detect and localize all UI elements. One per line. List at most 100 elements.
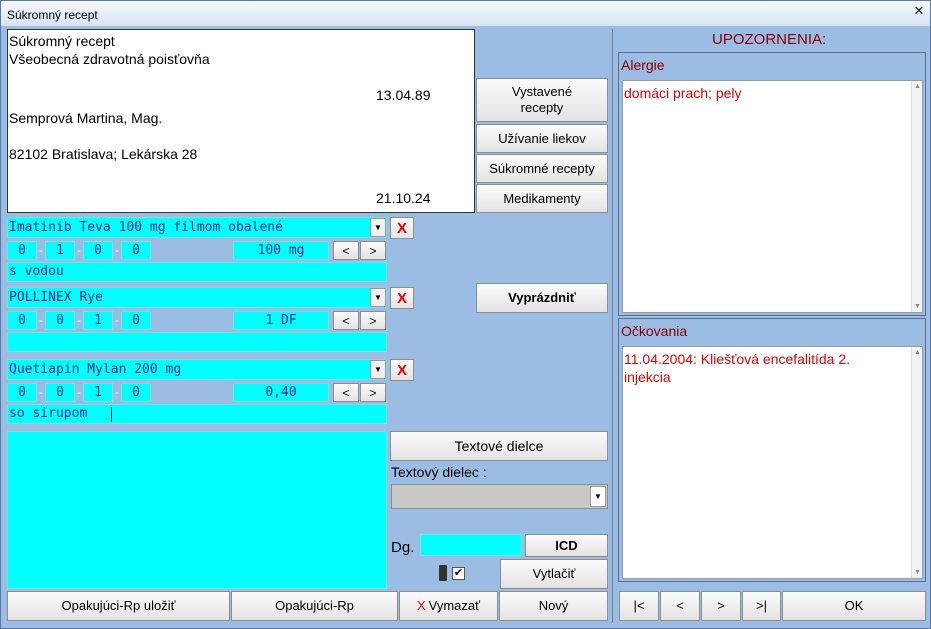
amount-field-2[interactable]: 1 DF: [233, 311, 329, 330]
chevron-down-icon[interactable]: ▼: [590, 486, 606, 507]
warnings-heading: UPOZORNENIA:: [712, 31, 827, 48]
dose-evening-3[interactable]: 1: [83, 383, 113, 402]
chevron-down-icon[interactable]: ▼: [370, 288, 386, 307]
dose-noon-3[interactable]: 0: [45, 383, 75, 402]
amount-field-3[interactable]: 0,40: [233, 383, 329, 402]
title-bar: Súkromný recept ✕: [1, 1, 930, 27]
dose-separator: -: [39, 244, 43, 257]
free-text-area[interactable]: [7, 431, 387, 589]
next-amount-2-button[interactable]: >: [360, 311, 386, 330]
dose-separator: -: [77, 244, 81, 257]
drug-note-1[interactable]: s vodou: [7, 262, 387, 282]
next-amount-3-button[interactable]: >: [360, 383, 386, 402]
dose-noon-1[interactable]: 1: [45, 241, 75, 260]
drug-note-3[interactable]: so sirupom: [7, 404, 387, 424]
dose-separator: -: [115, 244, 119, 257]
drug-name-3: Quetiapin Mylan 200 mg: [9, 362, 182, 377]
issued-prescriptions-button[interactable]: Vystavené recepty: [476, 78, 608, 122]
drug-note-2[interactable]: [7, 332, 387, 352]
vaccinations-label: Očkovania: [621, 323, 688, 339]
allergies-box: domáci prach; pely ▲ ▼: [622, 80, 923, 313]
text-cursor: [111, 407, 112, 422]
dose-separator: -: [77, 386, 81, 399]
patient-name: Semprová Martina, Mag.: [9, 110, 163, 126]
prev-amount-2-button[interactable]: <: [333, 311, 359, 330]
drug-select-3[interactable]: Quetiapin Mylan 200 mg ▼: [7, 359, 387, 380]
dose-evening-1[interactable]: 0: [83, 241, 113, 260]
delete-button[interactable]: X Vymazať: [399, 591, 498, 621]
drug-usage-button[interactable]: Užívanie liekov: [476, 124, 608, 153]
prescription-date: 21.10.24: [376, 190, 431, 206]
dose-night-2[interactable]: 0: [121, 311, 151, 330]
patient-address: 82102 Bratislava; Lekárska 28: [9, 146, 198, 162]
chevron-down-icon[interactable]: ▼: [370, 360, 386, 379]
close-icon[interactable]: ✕: [912, 4, 926, 18]
text-part-label: Textový dielec :: [391, 464, 487, 480]
drug-name-1: Imatinib Teva 100 mg filmom obalené: [9, 220, 283, 235]
allergies-scrollbar[interactable]: ▲ ▼: [911, 81, 922, 312]
next-amount-1-button[interactable]: >: [360, 241, 386, 260]
allergies-panel: Alergie domáci prach; pely ▲ ▼: [618, 52, 926, 316]
previous-record-button[interactable]: <: [660, 591, 700, 621]
text-parts-button[interactable]: Textové dielce: [390, 431, 608, 461]
dose-separator: -: [115, 314, 119, 327]
amount-field-1[interactable]: 100 mg: [233, 241, 329, 260]
insurance-name: Všeobecná zdravotná poisťovňa: [9, 51, 210, 67]
drug-note-1-text: s vodou: [9, 264, 64, 279]
scroll-up-icon[interactable]: ▲: [914, 349, 921, 356]
text-part-select[interactable]: ▼: [391, 484, 608, 509]
print-button[interactable]: Vytlačiť: [500, 559, 608, 589]
window-title: Súkromný recept: [7, 8, 98, 22]
save-repeat-button[interactable]: Opakujúci-Rp uložiť: [7, 591, 230, 621]
drug-select-2[interactable]: POLLINEX Rye ▼: [7, 287, 387, 308]
scroll-down-icon[interactable]: ▼: [914, 569, 921, 576]
prev-amount-3-button[interactable]: <: [333, 383, 359, 402]
dose-night-1[interactable]: 0: [121, 241, 151, 260]
dg-label: Dg.: [391, 539, 415, 556]
vertical-divider: [612, 29, 613, 623]
vaccinations-scrollbar[interactable]: ▲ ▼: [911, 347, 922, 578]
drug-name-2: POLLINEX Rye: [9, 290, 103, 305]
private-prescriptions-button[interactable]: Súkromné recepty: [476, 154, 608, 183]
main-window: Súkromný recept ✕ Súkromný recept Všeobe…: [0, 0, 931, 629]
dose-noon-2[interactable]: 0: [45, 311, 75, 330]
prescription-header-panel: Súkromný recept Všeobecná zdravotná pois…: [7, 29, 475, 213]
first-record-button[interactable]: |<: [619, 591, 659, 621]
icd-button[interactable]: ICD: [525, 534, 608, 557]
vaccinations-text: 11.04.2004: Kliešťová encefalitída 2. in…: [624, 351, 851, 385]
remove-drug-2-button[interactable]: X: [390, 287, 414, 309]
header-title: Súkromný recept: [9, 33, 115, 49]
vaccinations-panel: Očkovania 11.04.2004: Kliešťová encefali…: [618, 318, 926, 582]
clear-button[interactable]: Vyprázdniť: [476, 283, 608, 313]
dose-morning-2[interactable]: 0: [7, 311, 37, 330]
medications-button[interactable]: Medikamenty: [476, 184, 608, 213]
dose-separator: -: [115, 386, 119, 399]
repeat-button[interactable]: Opakujúci-Rp: [231, 591, 398, 621]
chevron-down-icon[interactable]: ▼: [370, 218, 386, 237]
delete-x-icon: X: [416, 598, 426, 613]
ok-button[interactable]: OK: [782, 591, 926, 621]
scroll-down-icon[interactable]: ▼: [914, 303, 921, 310]
remove-drug-3-button[interactable]: X: [390, 359, 414, 381]
vaccinations-box: 11.04.2004: Kliešťová encefalitída 2. in…: [622, 346, 923, 579]
dose-night-3[interactable]: 0: [121, 383, 151, 402]
new-button[interactable]: Nový: [499, 591, 608, 621]
drug-note-3-text: so sirupom: [9, 406, 88, 421]
prev-amount-1-button[interactable]: <: [333, 241, 359, 260]
last-record-button[interactable]: >|: [742, 591, 781, 621]
allergies-label: Alergie: [621, 57, 665, 73]
birth-date: 13.04.89: [376, 87, 431, 103]
remove-drug-1-button[interactable]: X: [390, 217, 414, 239]
dose-morning-3[interactable]: 0: [7, 383, 37, 402]
scroll-up-icon[interactable]: ▲: [914, 83, 921, 90]
checkbox-icon[interactable]: ✔: [452, 567, 465, 580]
diagnosis-field[interactable]: [420, 534, 522, 556]
delete-label: Vymazať: [428, 598, 481, 613]
dose-separator: -: [77, 314, 81, 327]
allergies-text: domáci prach; pely: [624, 85, 742, 101]
next-record-button[interactable]: >: [701, 591, 741, 621]
phone-icon: [439, 565, 447, 581]
drug-select-1[interactable]: Imatinib Teva 100 mg filmom obalené ▼: [7, 217, 387, 238]
dose-morning-1[interactable]: 0: [7, 241, 37, 260]
dose-evening-2[interactable]: 1: [83, 311, 113, 330]
